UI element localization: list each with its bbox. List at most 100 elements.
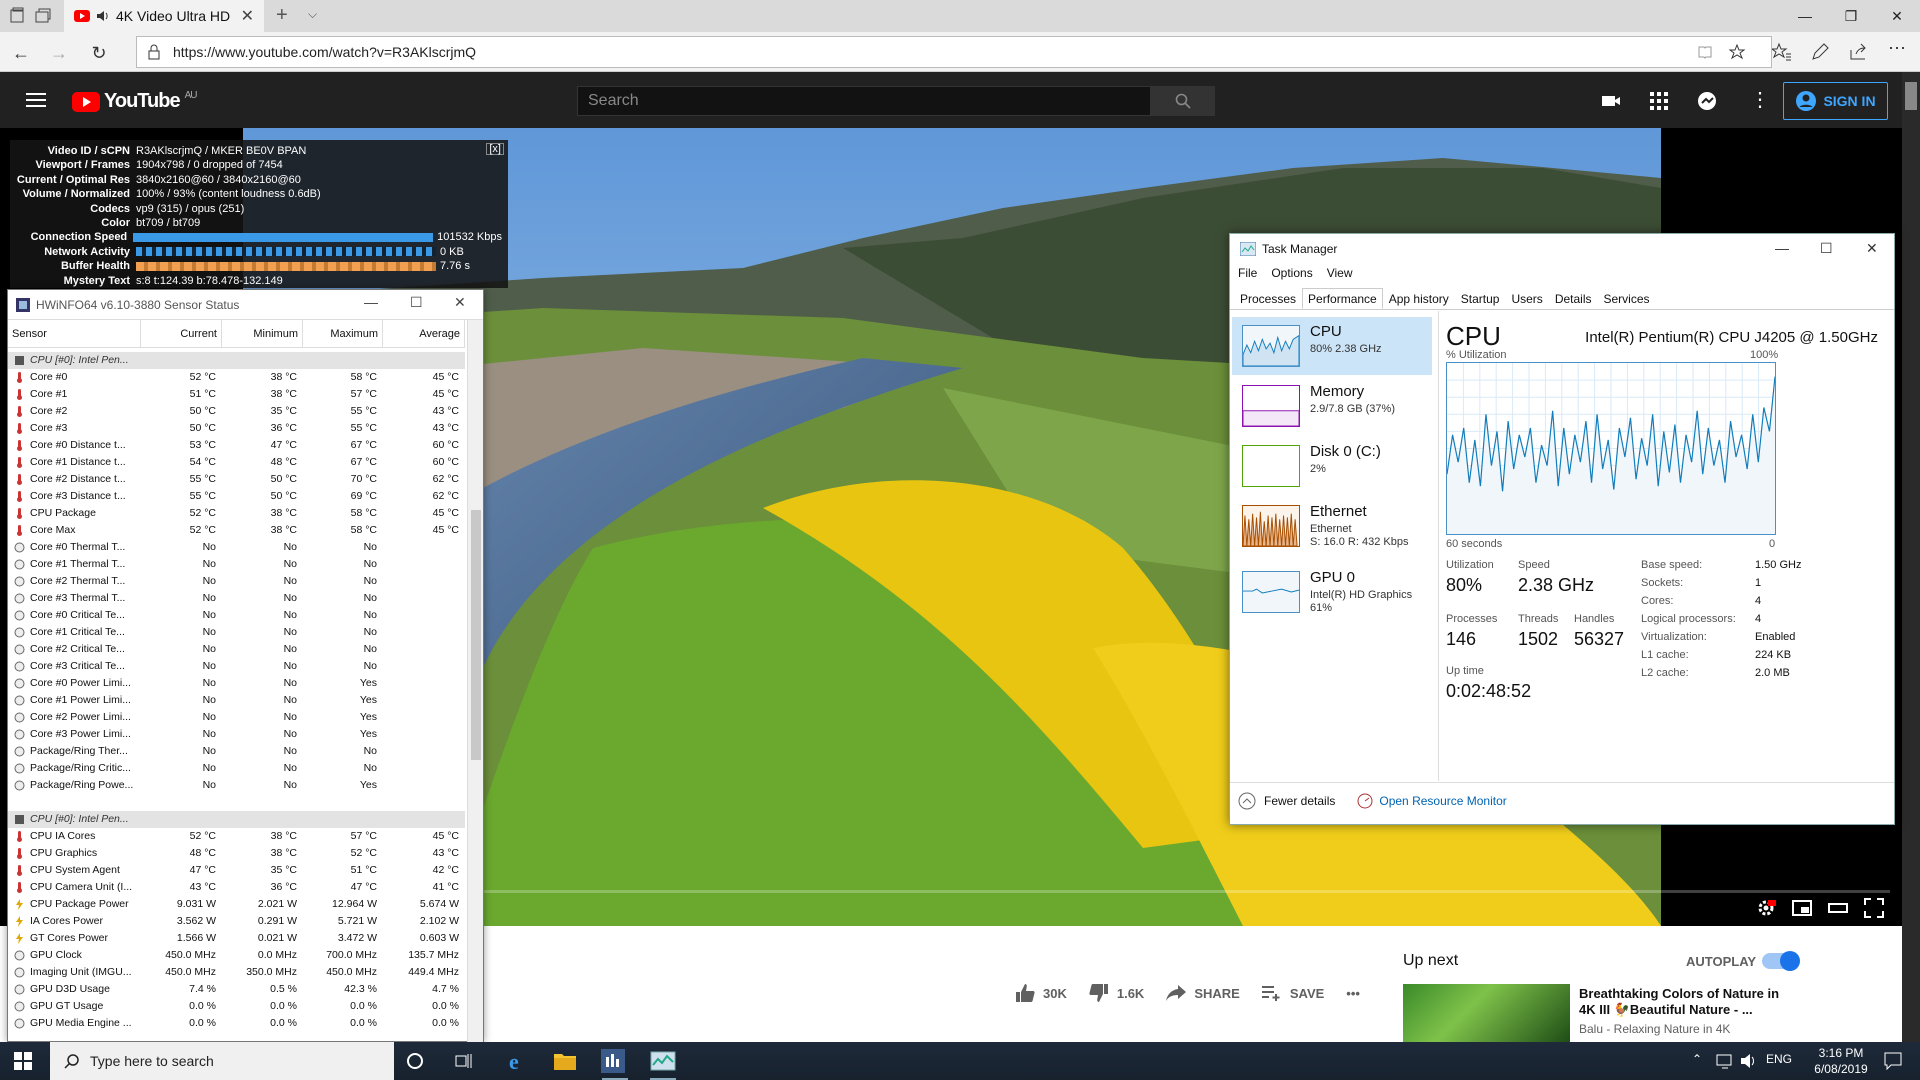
sensor-group-header[interactable]: CPU [#0]: Intel Pen... bbox=[8, 352, 465, 369]
tab-performance[interactable]: Performance bbox=[1302, 288, 1383, 309]
sensor-row[interactable]: Core #0 Power Limi... No No Yes bbox=[8, 675, 465, 692]
hwinfo-close-icon[interactable]: ✕ bbox=[454, 294, 466, 311]
sensor-group-header[interactable]: CPU [#0]: Intel Pen... bbox=[8, 811, 465, 828]
autoplay-toggle[interactable] bbox=[1762, 951, 1800, 971]
more-actions-button[interactable]: ••• bbox=[1346, 986, 1360, 1001]
favorites-hub-icon[interactable] bbox=[1772, 42, 1792, 62]
task-view-icon[interactable] bbox=[453, 1051, 473, 1071]
sensor-row[interactable]: GPU GT Usage 0.0 % 0.0 % 0.0 % 0.0 % bbox=[8, 998, 465, 1015]
taskbar-search-box[interactable]: Type here to search bbox=[50, 1042, 394, 1080]
settings-gear-icon[interactable] bbox=[1756, 898, 1776, 918]
open-resource-monitor-link[interactable]: Open Resource Monitor bbox=[1357, 793, 1507, 809]
sensor-row[interactable]: IA Cores Power 3.562 W 0.291 W 5.721 W 2.102… bbox=[8, 913, 465, 930]
hwinfo-maximize-icon[interactable]: ☐ bbox=[410, 294, 423, 311]
youtube-logo[interactable]: YouTube AU bbox=[72, 90, 197, 113]
sensor-row[interactable]: Core #2 Thermal T... No No No bbox=[8, 573, 465, 590]
sensor-row[interactable]: Core #3 Thermal T... No No No bbox=[8, 590, 465, 607]
share-button[interactable]: SHARE bbox=[1166, 985, 1240, 1001]
search-input[interactable]: Search bbox=[577, 86, 1151, 116]
sensor-row[interactable]: Core #3 Power Limi... No No Yes bbox=[8, 726, 465, 743]
close-tab-icon[interactable]: ✕ bbox=[241, 6, 254, 26]
sensor-row[interactable]: Core #3 50 °C 36 °C 55 °C 43 °C bbox=[8, 420, 465, 437]
col-minimum[interactable]: Minimum bbox=[222, 320, 303, 347]
hwinfo-taskbar-icon[interactable] bbox=[601, 1049, 625, 1073]
tm-minimize-icon[interactable]: — bbox=[1775, 240, 1789, 256]
page-scrollbar[interactable] bbox=[1902, 72, 1920, 1042]
tab-details[interactable]: Details bbox=[1549, 288, 1598, 309]
search-button[interactable] bbox=[1151, 86, 1215, 116]
sensor-row[interactable]: GPU D3D Usage 7.4 % 0.5 % 42.3 % 4.7 % bbox=[8, 981, 465, 998]
tray-overflow-chevron-icon[interactable]: ⌃ bbox=[1692, 1052, 1702, 1066]
hwinfo-minimize-icon[interactable]: — bbox=[364, 294, 378, 310]
restore-icon[interactable]: ❐ bbox=[1828, 0, 1874, 32]
sensor-row[interactable]: Core #2 Power Limi... No No Yes bbox=[8, 709, 465, 726]
dislike-button[interactable]: 1.6K bbox=[1089, 984, 1144, 1002]
speaker-icon[interactable] bbox=[96, 9, 110, 23]
tab-startup[interactable]: Startup bbox=[1455, 288, 1506, 309]
sensor-row[interactable]: Core #1 Critical Te... No No No bbox=[8, 624, 465, 641]
sensor-row[interactable]: Core #1 Thermal T... No No No bbox=[8, 556, 465, 573]
menu-file[interactable]: File bbox=[1238, 266, 1257, 280]
resource-ethernet[interactable]: Ethernet Ethernet S: 16.0 R: 432 Kbps bbox=[1232, 497, 1432, 555]
sensor-row[interactable]: Core Max 52 °C 38 °C 58 °C 45 °C bbox=[8, 522, 465, 539]
fullscreen-icon[interactable] bbox=[1864, 898, 1884, 918]
tm-maximize-icon[interactable]: ☐ bbox=[1820, 240, 1833, 257]
network-icon[interactable] bbox=[1716, 1053, 1734, 1069]
minimize-icon[interactable]: — bbox=[1782, 0, 1828, 32]
sensor-row[interactable]: GT Cores Power 1.566 W 0.021 W 3.472 W 0.603… bbox=[8, 930, 465, 947]
sensor-row[interactable]: Core #0 Thermal T... No No No bbox=[8, 539, 465, 556]
sensor-row[interactable]: Core #2 Critical Te... No No No bbox=[8, 641, 465, 658]
messages-icon[interactable] bbox=[1696, 90, 1718, 112]
reading-view-icon[interactable] bbox=[1697, 44, 1713, 60]
sensor-row[interactable]: CPU System Agent 47 °C 35 °C 51 °C 42 °C bbox=[8, 862, 465, 879]
sensor-row[interactable]: Core #1 Power Limi... No No Yes bbox=[8, 692, 465, 709]
theater-mode-icon[interactable] bbox=[1828, 898, 1848, 918]
forward-icon[interactable]: → bbox=[48, 42, 70, 64]
sensor-row[interactable]: Core #3 Distance t... 55 °C 50 °C 69 °C 62 °… bbox=[8, 488, 465, 505]
sensor-row[interactable]: Core #3 Critical Te... No No No bbox=[8, 658, 465, 675]
task-manager-taskbar-icon[interactable] bbox=[650, 1049, 676, 1073]
sign-in-button[interactable]: SIGN IN bbox=[1783, 82, 1888, 120]
favorite-star-icon[interactable] bbox=[1729, 44, 1745, 60]
tab-users[interactable]: Users bbox=[1505, 288, 1548, 309]
tab-app-history[interactable]: App history bbox=[1383, 288, 1455, 309]
menu-options[interactable]: Options bbox=[1271, 266, 1312, 280]
sensor-row[interactable]: Imaging Unit (IMGU... 450.0 MHz 350.0 MHz 4… bbox=[8, 964, 465, 981]
recommended-channel-name[interactable]: Balu - Relaxing Nature in 4K bbox=[1579, 1022, 1730, 1036]
more-menu-icon[interactable]: ⋯ bbox=[1888, 38, 1906, 59]
tab-list-chevron-icon[interactable]: ⌵ bbox=[308, 7, 317, 22]
sensor-row[interactable]: CPU IA Cores 52 °C 38 °C 57 °C 45 °C bbox=[8, 828, 465, 845]
resource-disk[interactable]: Disk 0 (C:) 2% bbox=[1232, 437, 1432, 495]
col-maximum[interactable]: Maximum bbox=[303, 320, 383, 347]
pen-notes-icon[interactable] bbox=[1810, 42, 1830, 62]
sensor-row[interactable]: GPU Clock 450.0 MHz 0.0 MHz 700.0 MHz 135.7 … bbox=[8, 947, 465, 964]
tab-processes[interactable]: Processes bbox=[1234, 288, 1302, 309]
sensor-row[interactable]: Core #0 52 °C 38 °C 58 °C 45 °C bbox=[8, 369, 465, 386]
sensor-row[interactable]: CPU Package 52 °C 38 °C 58 °C 45 °C bbox=[8, 505, 465, 522]
menu-view[interactable]: View bbox=[1327, 266, 1353, 280]
col-sensor[interactable]: Sensor bbox=[8, 320, 141, 347]
sensor-row[interactable]: CPU Package Power 9.031 W 2.021 W 12.964 W 5… bbox=[8, 896, 465, 913]
settings-more-icon[interactable]: ⋮ bbox=[1750, 87, 1770, 112]
action-center-icon[interactable] bbox=[1884, 1052, 1902, 1070]
sensor-row[interactable]: Core #0 Distance t... 53 °C 47 °C 67 °C 60 °… bbox=[8, 437, 465, 454]
tab-services[interactable]: Services bbox=[1598, 288, 1656, 309]
windows-start-icon[interactable] bbox=[14, 1052, 32, 1070]
sensor-row[interactable]: Core #2 Distance t... 55 °C 50 °C 70 °C 62 °… bbox=[8, 471, 465, 488]
cortana-icon[interactable] bbox=[405, 1051, 425, 1071]
col-average[interactable]: Average bbox=[383, 320, 465, 347]
share-icon[interactable] bbox=[1848, 42, 1868, 62]
url-field[interactable]: https://www.youtube.com/watch?v=R3AKlscr… bbox=[136, 36, 1772, 68]
set-aside-tabs-icon[interactable] bbox=[34, 7, 52, 25]
language-indicator[interactable]: ENG bbox=[1766, 1052, 1792, 1066]
stats-close-button[interactable]: [x] bbox=[486, 143, 504, 155]
fewer-details-button[interactable]: Fewer details bbox=[1238, 792, 1335, 810]
resource-memory[interactable]: Memory 2.9/7.8 GB (37%) bbox=[1232, 377, 1432, 435]
sensor-row[interactable]: CPU Camera Unit (I... 43 °C 36 °C 47 °C 41 °… bbox=[8, 879, 465, 896]
sensor-row[interactable]: Package/Ring Powe... No No Yes bbox=[8, 777, 465, 794]
save-button[interactable]: SAVE bbox=[1261, 985, 1324, 1001]
recommended-video-thumbnail[interactable] bbox=[1403, 984, 1570, 1042]
volume-icon[interactable] bbox=[1740, 1053, 1758, 1069]
create-video-icon[interactable] bbox=[1600, 90, 1622, 112]
taskbar-clock[interactable]: 3:16 PM 6/08/2019 bbox=[1808, 1045, 1874, 1077]
